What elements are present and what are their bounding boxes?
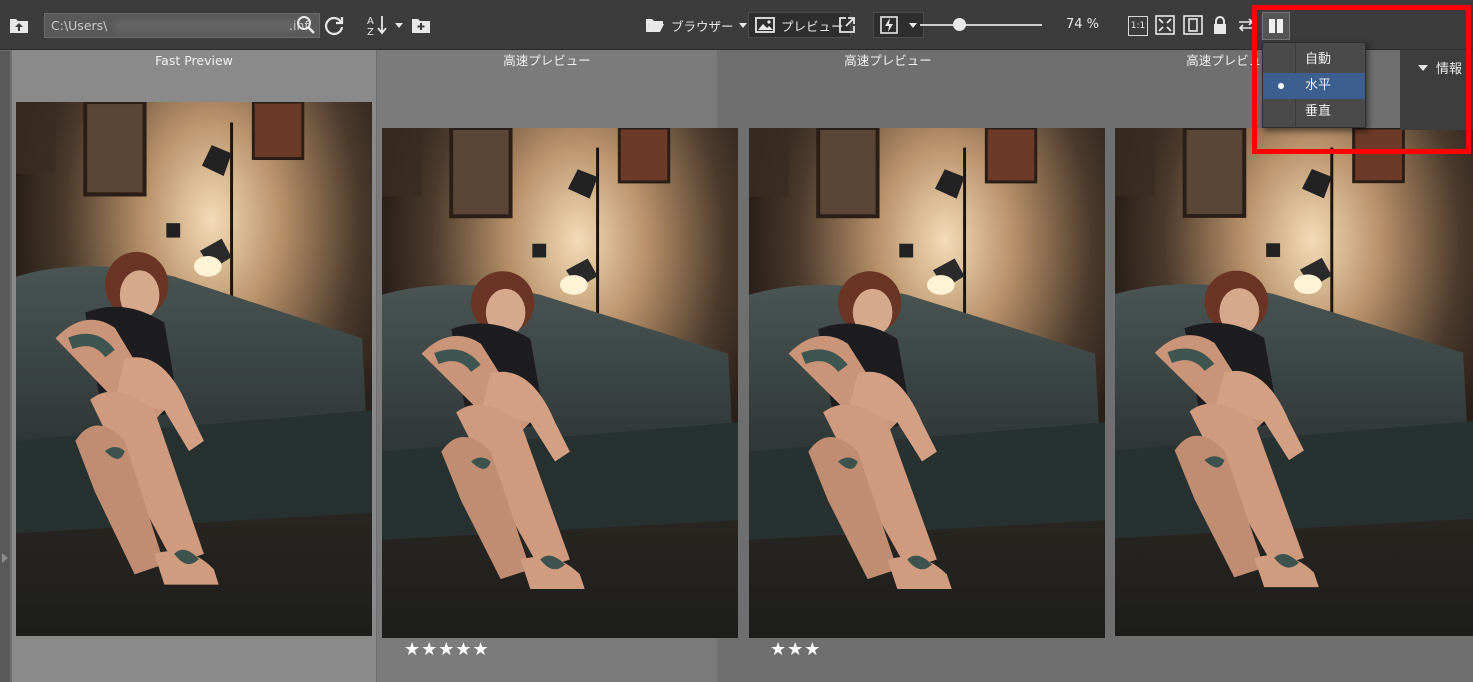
menu-item-label: 垂直 <box>1305 104 1332 119</box>
menu-item-label: 水平 <box>1305 78 1332 93</box>
zoom-slider-handle[interactable] <box>952 18 966 31</box>
layout-menu: 自動 水平 垂直 <box>1262 42 1366 128</box>
expand-panel-icon[interactable] <box>2 553 8 563</box>
selected-dot-icon <box>1278 83 1284 89</box>
photo-image[interactable] <box>16 102 372 636</box>
open-external-icon[interactable] <box>836 12 858 38</box>
fit-screen-icon[interactable] <box>1154 12 1176 38</box>
chevron-down-icon <box>1418 64 1428 71</box>
menu-item-auto[interactable]: 自動 <box>1263 47 1365 73</box>
chevron-down-icon <box>394 22 403 28</box>
zoom-slider[interactable] <box>920 18 1042 31</box>
lock-icon[interactable] <box>1210 12 1230 38</box>
thumbnail-cell[interactable]: 高速プレビュー ★★★★★ <box>377 50 738 682</box>
image-preview-icon <box>755 17 775 33</box>
flash-icon <box>880 16 898 34</box>
flash-button[interactable] <box>873 12 924 38</box>
sort-button[interactable]: AZ <box>362 12 406 38</box>
new-folder-icon[interactable] <box>410 12 432 38</box>
rating-stars[interactable]: ★★★ <box>770 639 821 660</box>
chevron-down-icon <box>738 22 747 28</box>
info-panel-label: 情報 <box>1436 62 1463 77</box>
rating-stars[interactable]: ★★★★★ <box>404 639 490 660</box>
browser-label: ブラウザー <box>671 18 734 34</box>
photo-image[interactable] <box>382 128 738 638</box>
menu-item-horizontal[interactable]: 水平 <box>1263 73 1365 99</box>
cell-title: 高速プレビュー <box>503 53 591 68</box>
fit-height-icon[interactable] <box>1182 12 1204 38</box>
toolbar: C:\Users\ .inf AZ ブラウザー プレビュー 74 % 1:1 <box>0 0 1473 50</box>
preview-label: プレビュー <box>781 18 844 34</box>
left-panel-edge[interactable] <box>0 51 10 682</box>
menu-item-label: 自動 <box>1305 52 1332 67</box>
cell-title: Fast Preview <box>155 53 233 68</box>
info-panel[interactable]: 情報 <box>1400 50 1473 130</box>
browser-button[interactable]: ブラウザー <box>645 12 747 38</box>
folder-up-icon[interactable] <box>8 12 30 38</box>
actual-size-label: 1:1 <box>1130 21 1146 31</box>
path-text: C:\Users\ <box>51 18 108 33</box>
photo-image[interactable] <box>1115 128 1473 636</box>
cell-title: 高速プレビュー <box>844 53 932 68</box>
folder-open-icon <box>646 19 664 32</box>
chevron-down-icon <box>909 22 917 28</box>
refresh-icon[interactable] <box>322 12 346 38</box>
svg-text:Z: Z <box>367 27 374 36</box>
menu-item-vertical[interactable]: 垂直 <box>1263 99 1365 125</box>
search-icon[interactable] <box>296 15 316 39</box>
zoom-level: 74 % <box>1066 17 1100 32</box>
swap-icon[interactable] <box>1236 12 1256 38</box>
sort-az-icon: AZ <box>367 16 387 36</box>
layout-columns-icon <box>1269 19 1283 33</box>
photo-image[interactable] <box>749 128 1105 638</box>
path-redacted <box>115 20 295 32</box>
thumbnail-cell[interactable]: Fast Preview <box>12 50 376 682</box>
actual-size-button[interactable]: 1:1 <box>1128 16 1148 36</box>
layout-button[interactable] <box>1262 12 1290 40</box>
info-panel-header[interactable]: 情報 <box>1418 58 1462 77</box>
svg-text:A: A <box>367 16 374 27</box>
path-input[interactable]: C:\Users\ .inf <box>44 13 320 38</box>
